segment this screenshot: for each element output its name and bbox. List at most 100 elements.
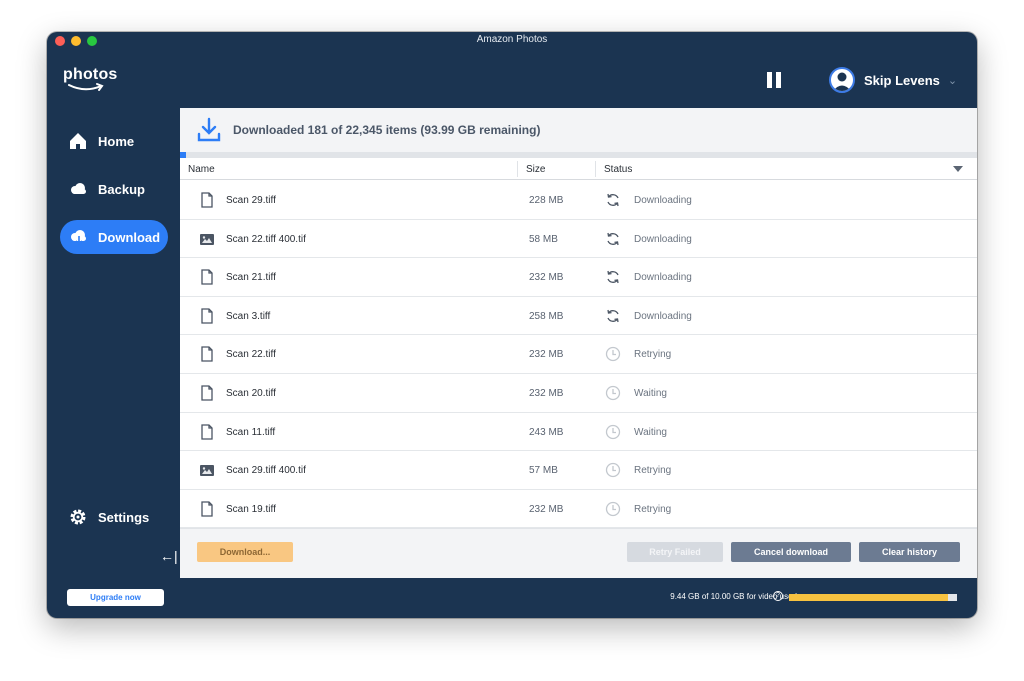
download-status-text: Downloaded 181 of 22,345 items (93.99 GB…: [233, 123, 541, 137]
document-icon: [199, 269, 215, 285]
upgrade-now-button[interactable]: Upgrade now: [67, 589, 164, 606]
home-icon: [67, 130, 89, 152]
download-button[interactable]: Download...: [197, 542, 293, 562]
file-name: Scan 29.tiff 400.tif: [226, 465, 306, 477]
user-icon: [833, 72, 851, 91]
file-size: 232 MB: [529, 503, 564, 515]
clear-history-button[interactable]: Clear history: [859, 542, 960, 562]
column-header-status[interactable]: Status: [604, 164, 632, 175]
file-name: Scan 11.tiff: [226, 426, 276, 438]
sidebar-item-label: Download: [98, 229, 161, 245]
file-name: Scan 22.tiff 400.tif: [226, 233, 306, 245]
cloud-icon: [67, 178, 89, 200]
table-row[interactable]: Scan 3.tiff 258 MB Downloading: [180, 297, 977, 336]
sync-icon: [605, 231, 621, 247]
file-name: Scan 20.tiff: [226, 387, 276, 399]
download-panel: Downloaded 181 of 22,345 items (93.99 GB…: [180, 108, 977, 578]
column-header-size[interactable]: Size: [526, 164, 545, 175]
file-size: 232 MB: [529, 272, 564, 284]
download-status: Downloading: [634, 310, 692, 322]
sidebar-item-label: Settings: [98, 509, 150, 525]
download-status: Waiting: [634, 426, 667, 438]
clock-icon: [605, 424, 621, 440]
sort-dropdown-icon[interactable]: [953, 166, 963, 172]
image-icon: [199, 462, 215, 478]
image-icon: [199, 231, 215, 247]
table-row[interactable]: Scan 29.tiff 228 MB Downloading: [180, 181, 977, 220]
file-size: 58 MB: [529, 233, 558, 245]
storage-usage-fill: [789, 594, 948, 601]
document-icon: [199, 308, 215, 324]
clock-icon: [605, 346, 621, 362]
table-row[interactable]: Scan 11.tiff 243 MB Waiting: [180, 413, 977, 452]
column-header-name[interactable]: Name: [188, 164, 215, 175]
status-bar: Upgrade now 9.44 GB of 10.00 GB for vide…: [47, 578, 977, 618]
document-icon: [199, 346, 215, 363]
file-name: Scan 22.tiff: [226, 349, 276, 361]
sidebar: Home Backup Download Settings ←|: [47, 108, 180, 578]
file-size: 243 MB: [529, 426, 564, 438]
table-header: Name Size Status: [180, 158, 977, 180]
document-icon: [199, 423, 215, 440]
sync-icon: [605, 308, 621, 324]
clock-icon: [605, 501, 621, 517]
pause-button[interactable]: [764, 70, 784, 90]
clock-icon: [605, 462, 621, 478]
gear-icon: [67, 506, 89, 528]
download-status: Retrying: [634, 503, 672, 515]
action-bar: Download... Retry Failed Cancel download…: [180, 528, 977, 578]
column-separator[interactable]: [595, 161, 596, 177]
cloud-download-icon: [67, 226, 89, 248]
file-size: 228 MB: [529, 195, 564, 206]
cancel-download-button[interactable]: Cancel download: [731, 542, 851, 562]
file-name: Scan 3.tiff: [226, 310, 271, 322]
table-row[interactable]: Scan 22.tiff 232 MB Retrying: [180, 335, 977, 374]
sidebar-item-home[interactable]: Home: [60, 124, 168, 158]
table-row[interactable]: Scan 22.tiff 400.tif 58 MB Downloading: [180, 220, 977, 259]
download-status: Waiting: [634, 387, 667, 399]
retry-failed-button[interactable]: Retry Failed: [627, 542, 723, 562]
file-name: Scan 21.tiff: [226, 272, 276, 284]
table-row[interactable]: Scan 21.tiff 232 MB Downloading: [180, 258, 977, 297]
help-icon[interactable]: ?: [773, 591, 783, 601]
sync-icon: [605, 192, 621, 208]
user-name: Skip Levens: [864, 72, 940, 88]
storage-usage-bar: [789, 594, 957, 601]
file-size: 57 MB: [529, 465, 558, 477]
download-status: Downloading: [634, 195, 692, 206]
table-row[interactable]: Scan 29.tiff 400.tif 57 MB Retrying: [180, 451, 977, 490]
column-separator[interactable]: [517, 161, 518, 177]
sidebar-item-backup[interactable]: Backup: [60, 172, 168, 206]
window-title: Amazon Photos: [476, 34, 548, 45]
avatar: [829, 67, 855, 93]
file-size: 232 MB: [529, 349, 564, 361]
document-icon: [199, 501, 215, 517]
download-icon: [197, 117, 221, 142]
app-window: Amazon Photos photos Skip Levens ⌄ Home: [47, 32, 977, 618]
logo-text: photos: [63, 66, 118, 83]
document-icon: [199, 192, 215, 208]
sidebar-item-settings[interactable]: Settings: [60, 500, 168, 534]
file-name: Scan 29.tiff: [226, 195, 276, 206]
download-status: Retrying: [634, 349, 672, 361]
table-row[interactable]: Scan 19.tiff 232 MB Retrying: [180, 490, 977, 528]
title-bar: Amazon Photos: [47, 32, 977, 50]
file-name: Scan 19.tiff: [226, 503, 276, 515]
file-size: 258 MB: [529, 310, 564, 322]
collapse-sidebar-icon[interactable]: ←|: [160, 548, 178, 564]
download-header: Downloaded 181 of 22,345 items (93.99 GB…: [180, 108, 977, 152]
sidebar-item-download[interactable]: Download: [60, 220, 168, 254]
download-list: Scan 29.tiff 228 MB Downloading Scan 22.tif…: [180, 181, 977, 528]
amazon-photos-logo: photos: [63, 66, 118, 92]
download-status: Retrying: [634, 465, 672, 477]
clock-icon: [605, 385, 621, 401]
sidebar-item-label: Backup: [98, 181, 145, 197]
sync-icon: [605, 269, 621, 285]
storage-usage-text: 9.44 GB of 10.00 GB for video used: [670, 592, 797, 601]
sidebar-item-label: Home: [98, 133, 135, 149]
table-row[interactable]: Scan 20.tiff 232 MB Waiting: [180, 374, 977, 413]
document-icon: [199, 385, 215, 401]
file-size: 232 MB: [529, 387, 564, 399]
chevron-down-icon: ⌄: [947, 74, 958, 87]
user-menu[interactable]: Skip Levens ⌄: [829, 65, 957, 95]
